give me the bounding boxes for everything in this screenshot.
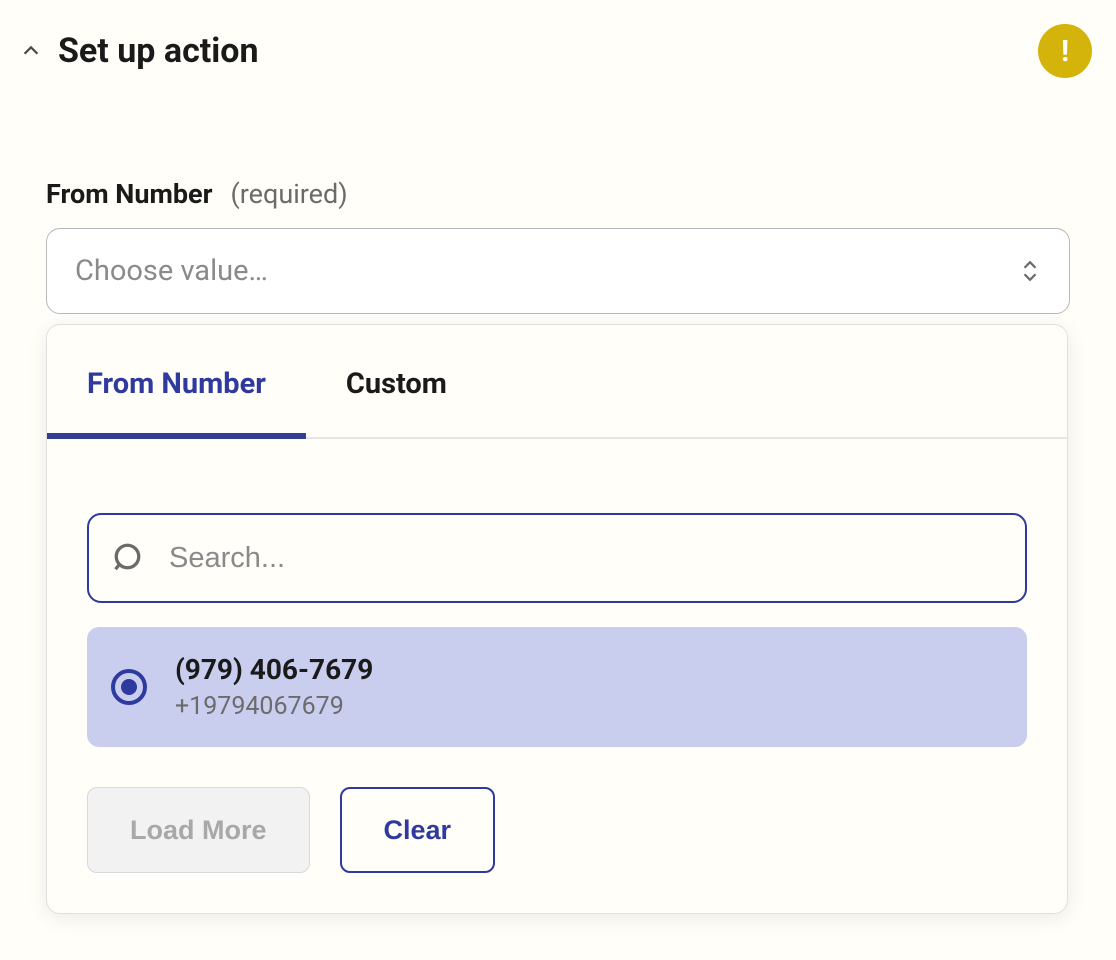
- search-wrapper: [87, 513, 1027, 603]
- field-required-text: (required): [231, 178, 348, 210]
- header-left: Set up action: [18, 31, 259, 71]
- chevron-up-icon: [20, 40, 42, 62]
- field-label: From Number: [46, 178, 213, 210]
- clear-button[interactable]: Clear: [340, 787, 496, 873]
- option-item[interactable]: (979) 406-7679 +19794067679: [87, 627, 1027, 747]
- content-area: From Number (required) Choose value… Fro…: [0, 78, 1116, 314]
- button-row: Load More Clear: [87, 787, 1027, 873]
- tab-label: From Number: [87, 367, 266, 401]
- button-label: Load More: [130, 815, 267, 846]
- warning-badge[interactable]: !: [1038, 24, 1092, 78]
- search-input[interactable]: [87, 513, 1027, 603]
- tab-from-number[interactable]: From Number: [47, 325, 306, 437]
- option-raw: +19794067679: [175, 692, 373, 721]
- sort-icon: [1019, 259, 1041, 283]
- field-label-row: From Number (required): [46, 178, 1070, 210]
- from-number-dropdown[interactable]: Choose value…: [46, 228, 1070, 314]
- dropdown-tabs: From Number Custom: [47, 325, 1067, 439]
- section-title: Set up action: [58, 31, 259, 71]
- collapse-toggle[interactable]: [18, 38, 44, 64]
- search-icon: [111, 540, 147, 576]
- section-header: Set up action !: [0, 0, 1116, 78]
- load-more-button[interactable]: Load More: [87, 787, 310, 873]
- tab-label: Custom: [346, 367, 447, 401]
- panel-body: (979) 406-7679 +19794067679 Load More Cl…: [47, 439, 1067, 913]
- option-display: (979) 406-7679: [175, 653, 373, 686]
- tab-custom[interactable]: Custom: [306, 325, 487, 437]
- option-text: (979) 406-7679 +19794067679: [175, 653, 373, 721]
- button-label: Clear: [384, 815, 452, 846]
- dropdown-panel: From Number Custom: [46, 324, 1068, 914]
- warning-icon: !: [1061, 34, 1069, 69]
- dropdown-placeholder: Choose value…: [75, 254, 268, 288]
- radio-selected-icon: [111, 669, 147, 705]
